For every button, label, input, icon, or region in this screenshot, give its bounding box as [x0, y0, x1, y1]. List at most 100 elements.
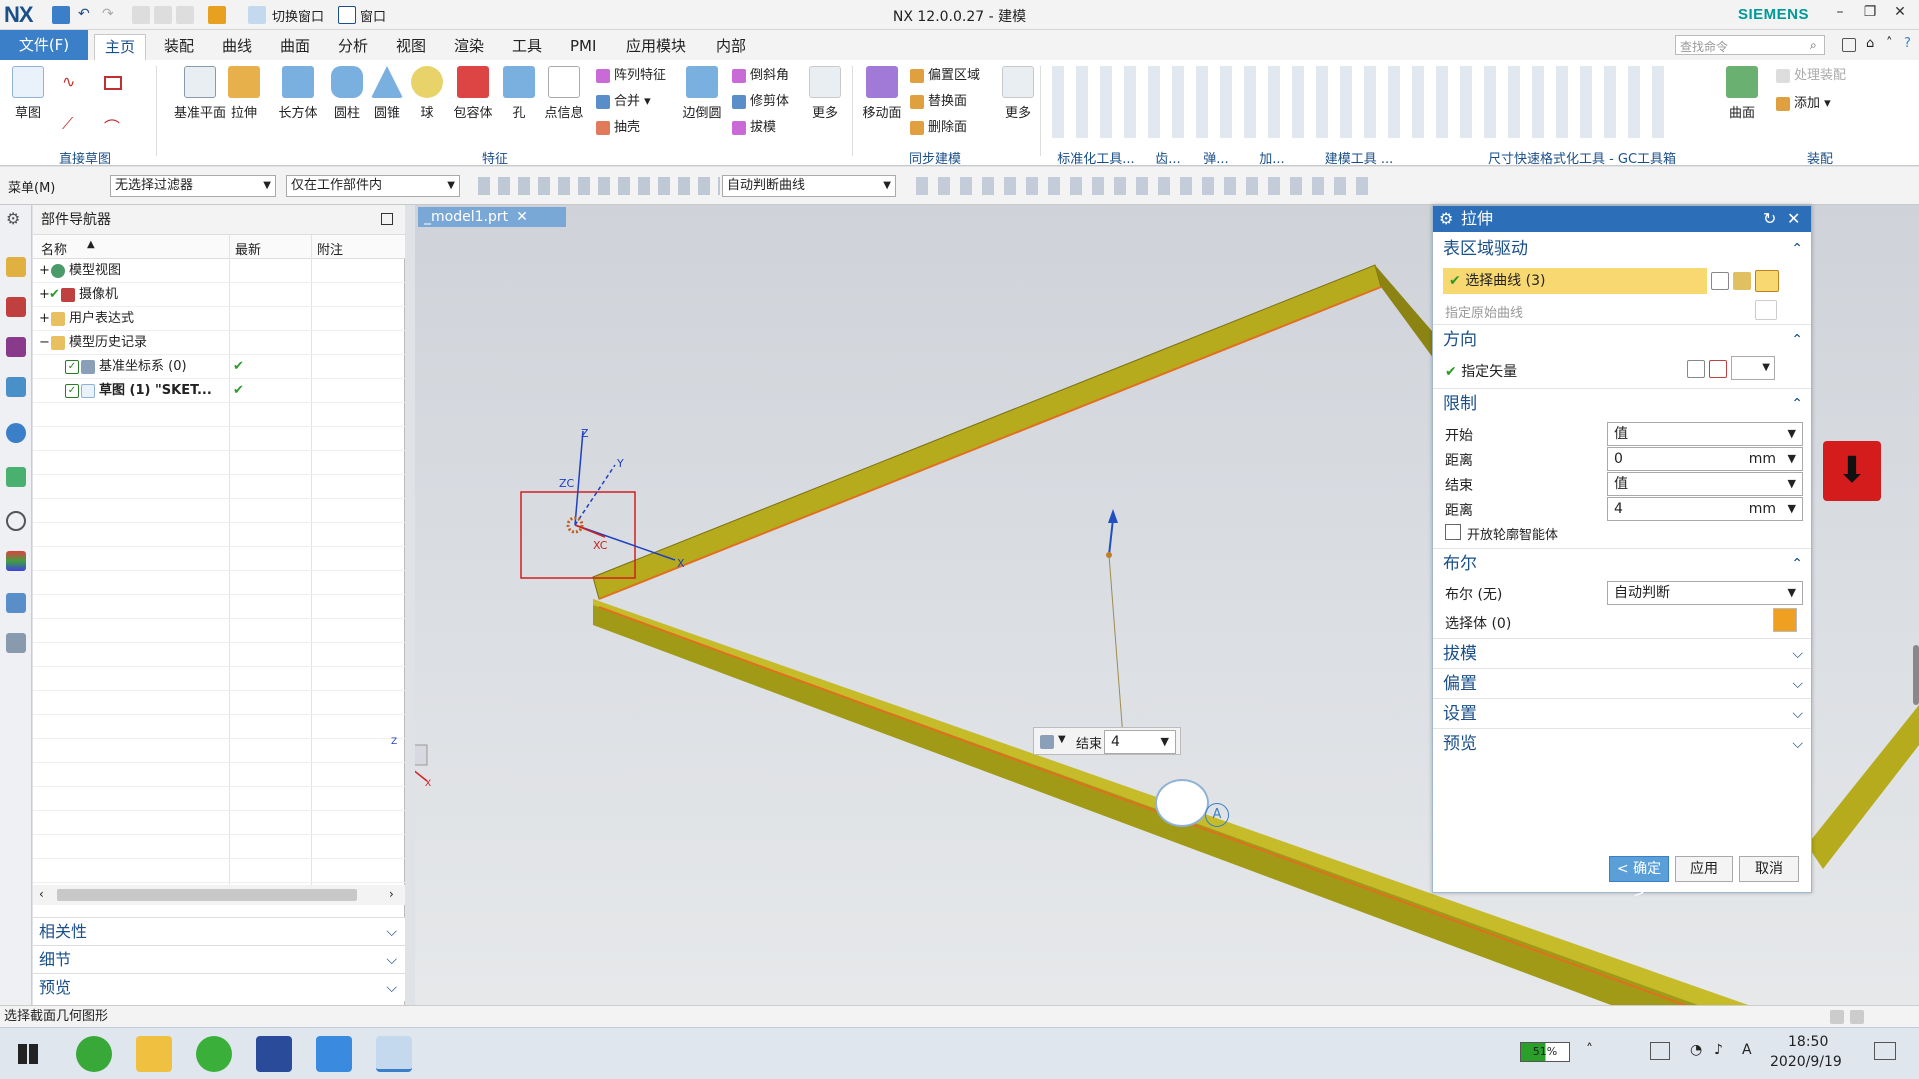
specify-vector-label[interactable]: ✔ 指定矢量 — [1445, 361, 1517, 381]
chamfer-button[interactable]: 倒斜角 — [732, 66, 789, 86]
group-add[interactable]: 加... — [1252, 148, 1292, 167]
reverse-direction-icon[interactable] — [1687, 360, 1705, 378]
vertical-scroll-handle[interactable] — [1913, 645, 1919, 705]
section-settings[interactable]: 设置 ⌵ — [1433, 698, 1811, 728]
reset-icon[interactable]: ↻ — [1763, 206, 1776, 232]
group-gc-toolbox[interactable]: 尺寸快速格式化工具 - GC工具箱 — [1454, 148, 1710, 167]
app-icon[interactable] — [256, 1036, 292, 1072]
cancel-button[interactable]: 取消 — [1739, 856, 1799, 882]
status-icon[interactable] — [1830, 1010, 1844, 1024]
process-assembly-button[interactable]: 处理装配 — [1776, 66, 1846, 86]
chevron-up-icon[interactable]: ˄ — [1586, 1042, 1593, 1058]
direction-arrow-head[interactable] — [1108, 509, 1118, 523]
command-search-input[interactable]: 查找命令 — [1675, 35, 1825, 55]
home-icon[interactable]: ⌂ — [1866, 36, 1874, 51]
network-icon[interactable] — [1650, 1042, 1670, 1060]
sketch-section-icon[interactable] — [1711, 272, 1729, 290]
ok-button[interactable]: < 确定 > — [1609, 856, 1669, 901]
tab-pmi[interactable]: PMI — [560, 34, 606, 60]
ribbon-option-icon[interactable] — [1842, 38, 1856, 52]
select-body-icon[interactable] — [1773, 608, 1797, 632]
value-type-icon[interactable] — [1040, 735, 1054, 749]
gc-toolbox-icons[interactable] — [1046, 66, 1666, 138]
block-button[interactable]: 长方体 — [270, 66, 326, 121]
offset-region-button[interactable]: 偏置区域 — [910, 66, 980, 86]
end-distance-input[interactable]: 4 mm ▼ — [1607, 497, 1803, 521]
origin-curve-label[interactable]: 指定原始曲线 — [1445, 302, 1523, 321]
curve-icon[interactable] — [1733, 272, 1751, 290]
beam-right-face[interactable] — [1807, 705, 1919, 869]
volume-icon[interactable]: ♪ — [1714, 1042, 1723, 1058]
browser-icon[interactable] — [76, 1036, 112, 1072]
surface-button[interactable]: 曲面 — [1716, 66, 1768, 121]
snap-point-icons[interactable] — [906, 177, 1376, 195]
part-navigator-icon[interactable] — [6, 337, 26, 357]
start-type-dropdown[interactable]: 值 ▼ — [1607, 422, 1803, 446]
wps-icon[interactable] — [316, 1036, 352, 1072]
minimize-icon[interactable]: – — [1826, 4, 1854, 26]
sort-up-icon[interactable]: ▲ — [87, 239, 95, 250]
close-icon[interactable]: ✕ — [516, 209, 528, 225]
input-method-icon[interactable]: A — [1205, 803, 1229, 827]
assistant-avatar[interactable] — [1155, 779, 1209, 827]
tab-view[interactable]: 视图 — [386, 34, 436, 60]
extrude-button[interactable]: 拉伸 — [222, 66, 266, 121]
cone-button[interactable]: 圆锥 — [366, 66, 408, 121]
end-value-input[interactable]: 4 ▼ — [1104, 730, 1176, 754]
hd3d-icon[interactable] — [6, 423, 26, 443]
system-materials-icon[interactable] — [6, 551, 26, 571]
vector-dialog-icon[interactable] — [1709, 360, 1727, 378]
group-modeling-tools[interactable]: 建模工具 ... — [1304, 148, 1414, 167]
line-icon[interactable]: ⟋ — [62, 114, 73, 134]
sphere-button[interactable]: 球 — [406, 66, 448, 121]
beam-top-face[interactable] — [592, 264, 1382, 600]
delete-face-button[interactable]: 删除面 — [910, 118, 967, 138]
section-limits[interactable]: 限制 ⌃ — [1433, 388, 1811, 418]
direction-vector[interactable] — [1108, 518, 1114, 556]
section-offset[interactable]: 偏置 ⌵ — [1433, 668, 1811, 698]
section-dependencies[interactable]: 相关性 ⌵ — [33, 917, 405, 945]
more-features-button[interactable]: 更多 — [804, 66, 846, 121]
horizontal-scrollbar[interactable]: ‹ › — [33, 885, 405, 905]
tab-surface[interactable]: 曲面 — [270, 34, 320, 60]
edge-blend-button[interactable]: 边倒圆 — [674, 66, 730, 121]
end-type-dropdown[interactable]: 值 ▼ — [1607, 472, 1803, 496]
history-icon[interactable] — [6, 511, 26, 531]
more-sync-button[interactable]: 更多 — [998, 66, 1038, 121]
add-component-button[interactable]: 添加 ▾ — [1776, 94, 1831, 114]
tree-row-model-views[interactable]: + 模型视图 — [33, 259, 405, 283]
group-spring[interactable]: 弹... — [1196, 148, 1236, 167]
download-arrow-icon[interactable]: ⬇ — [1823, 441, 1881, 501]
tab-render[interactable]: 渲染 — [444, 34, 494, 60]
column-name[interactable]: 名称 — [41, 239, 67, 258]
group-standard-tools[interactable]: 标准化工具... — [1036, 148, 1156, 167]
draft-button[interactable]: 拔模 — [732, 118, 776, 138]
checkbox[interactable]: ✓ — [65, 384, 79, 398]
open-profile-checkbox[interactable] — [1445, 524, 1461, 540]
search-icon[interactable]: ⌕ — [1810, 38, 1817, 53]
checkbox[interactable]: ✓ — [65, 360, 79, 374]
chevron-down-icon[interactable]: ▼ — [1058, 734, 1066, 745]
column-note[interactable]: 附注 — [317, 239, 343, 258]
expand-icon[interactable]: + — [39, 259, 50, 283]
boolean-dropdown[interactable]: 自动判断 ▼ — [1607, 581, 1803, 605]
restore-icon[interactable]: ❐ — [1856, 4, 1884, 26]
section-profile[interactable]: 表区域驱动 ⌃ — [1433, 234, 1811, 264]
file-explorer-icon[interactable] — [136, 1036, 172, 1072]
replace-face-button[interactable]: 替换面 — [910, 92, 967, 112]
nx-taskbar-icon[interactable] — [376, 1036, 412, 1072]
wifi-icon[interactable]: ◔ — [1690, 1042, 1702, 1058]
maximize-icon[interactable] — [381, 213, 393, 225]
tab-analysis[interactable]: 分析 — [328, 34, 378, 60]
reuse-library-icon[interactable] — [6, 377, 26, 397]
tree-row-user-expressions[interactable]: + 用户表达式 — [33, 307, 405, 331]
tree-row-model-history[interactable]: − 模型历史记录 — [33, 331, 405, 355]
scrollbar-thumb[interactable] — [57, 889, 357, 901]
pattern-feature-button[interactable]: 阵列特征 — [596, 66, 666, 86]
select-body-label[interactable]: 选择体 (0) — [1445, 613, 1511, 633]
tree-row-datum-csys[interactable]: ✓ 基准坐标系 (0) ✔ — [33, 355, 405, 379]
move-face-button[interactable]: 移动面 — [856, 66, 908, 121]
column-latest[interactable]: 最新 — [235, 239, 261, 258]
help-icon[interactable]: ? — [1904, 36, 1911, 51]
section-direction[interactable]: 方向 ⌃ — [1433, 324, 1811, 354]
